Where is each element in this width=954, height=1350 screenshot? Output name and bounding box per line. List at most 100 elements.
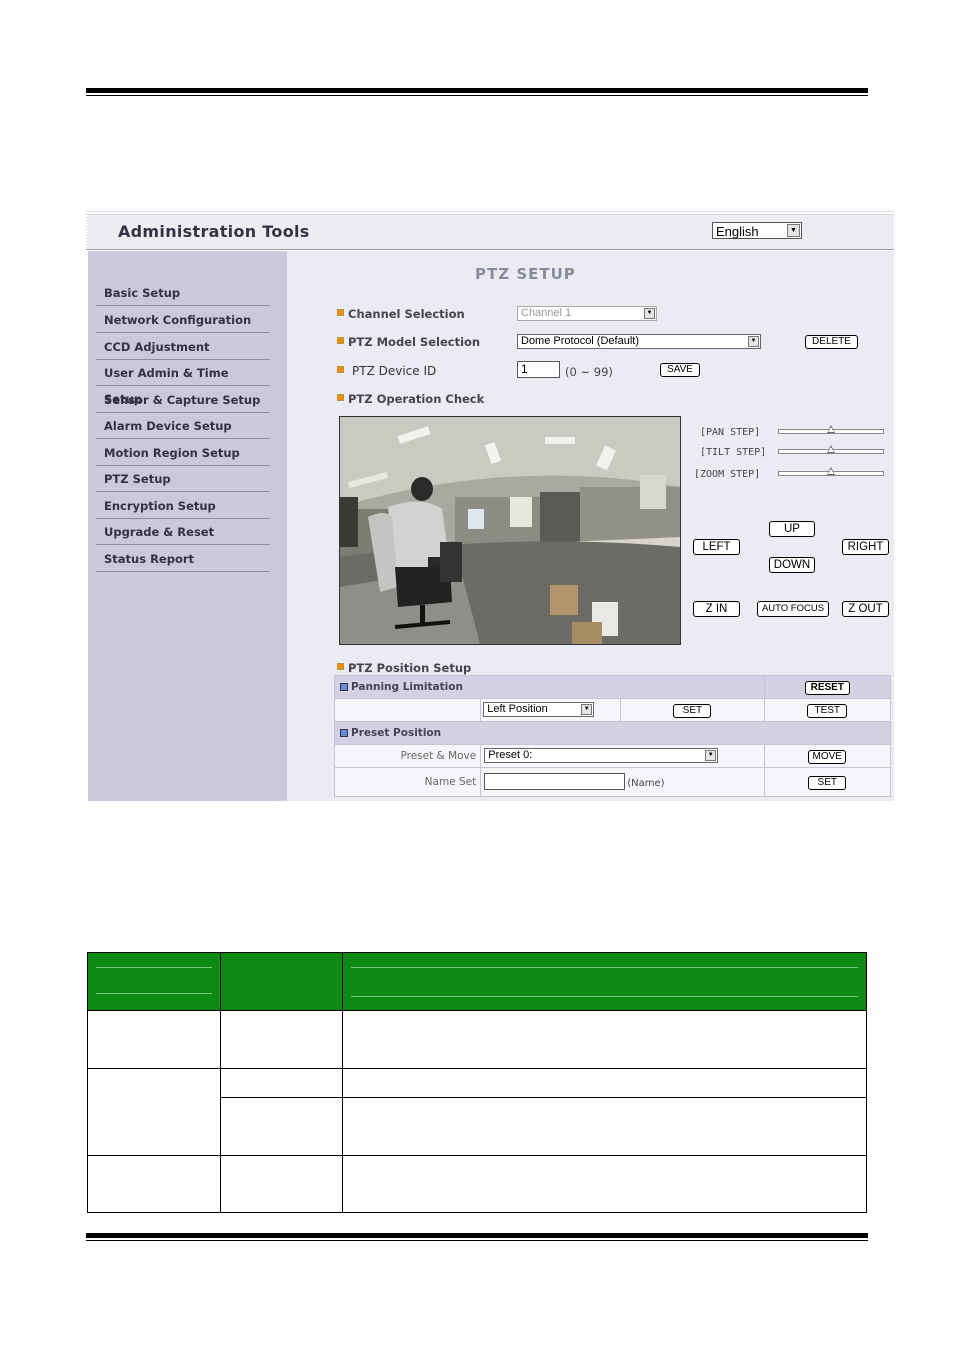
sidebar-item-ccd-adjustment[interactable]: CCD Adjustment bbox=[96, 334, 270, 360]
move-button[interactable]: MOVE bbox=[808, 750, 847, 764]
sidebar-item-encryption[interactable]: Encryption Setup bbox=[96, 493, 270, 519]
square-icon bbox=[340, 729, 348, 737]
table-cell bbox=[220, 1010, 343, 1069]
description-table bbox=[87, 952, 867, 1213]
table-cell bbox=[87, 1155, 221, 1213]
device-id-input[interactable]: 1 bbox=[517, 361, 560, 378]
chevron-down-icon[interactable]: ▼ bbox=[787, 224, 800, 237]
sidebar-item-sensor-capture[interactable]: Sensor & Capture Setup bbox=[96, 387, 270, 413]
name-input-cell: (Name) bbox=[480, 767, 765, 797]
ptz-model-select[interactable]: Dome Protocol (Default) ▼ bbox=[517, 334, 761, 349]
device-id-label: PTZ Device ID bbox=[352, 364, 437, 378]
position-setup-label: PTZ Position Setup bbox=[348, 661, 472, 675]
table-cell bbox=[220, 1155, 343, 1213]
header-bar: Administration Tools English ▼ bbox=[86, 209, 894, 250]
chevron-down-icon[interactable]: ▼ bbox=[644, 308, 655, 319]
position-value: Left Position bbox=[487, 703, 548, 715]
camera-view[interactable] bbox=[339, 416, 681, 645]
position-select-cell: Left Position ▼ bbox=[480, 698, 622, 722]
table-cell bbox=[342, 1010, 867, 1069]
chevron-down-icon[interactable]: ▼ bbox=[748, 336, 759, 347]
delete-button[interactable]: DELETE bbox=[805, 335, 858, 349]
sidebar-item-status-report[interactable]: Status Report bbox=[96, 546, 270, 572]
bullet-icon bbox=[337, 663, 344, 670]
bottom-rule-thin bbox=[86, 1240, 868, 1241]
move-cell: MOVE bbox=[763, 744, 892, 768]
bullet-icon bbox=[337, 394, 344, 401]
ptz-model-label: PTZ Model Selection bbox=[348, 335, 481, 349]
bullet-icon bbox=[337, 309, 344, 316]
reset-button[interactable]: RESET bbox=[804, 681, 850, 695]
empty-cell bbox=[333, 698, 482, 722]
ptz-model-value: Dome Protocol (Default) bbox=[521, 335, 639, 347]
header-line bbox=[96, 967, 212, 968]
slider-knob[interactable] bbox=[827, 445, 835, 453]
auto-focus-button[interactable]: AUTO FOCUS bbox=[757, 601, 829, 617]
header-line bbox=[351, 996, 858, 997]
sidebar-item-network-configuration[interactable]: Network Configuration bbox=[96, 307, 270, 333]
table-cell bbox=[220, 1068, 343, 1098]
test-button[interactable]: TEST bbox=[807, 704, 848, 718]
up-button[interactable]: UP bbox=[769, 521, 815, 537]
zoom-step-slider[interactable] bbox=[778, 467, 884, 476]
position-select[interactable]: Left Position ▼ bbox=[483, 702, 595, 717]
sidebar-item-ptz-setup[interactable]: PTZ Setup bbox=[96, 466, 270, 492]
header-line bbox=[351, 967, 858, 968]
sidebar-item-motion-region[interactable]: Motion Region Setup bbox=[96, 440, 270, 466]
channel-selection-label: Channel Selection bbox=[348, 307, 465, 321]
ptz-operation-label: PTZ Operation Check bbox=[348, 392, 485, 406]
bullet-icon bbox=[337, 337, 344, 344]
tilt-step-slider[interactable] bbox=[778, 445, 884, 454]
name-hint: (Name) bbox=[627, 778, 665, 789]
table-header-cell bbox=[87, 952, 221, 1011]
chevron-down-icon[interactable]: ▼ bbox=[705, 750, 717, 761]
language-value: English bbox=[716, 224, 759, 239]
app-title: Administration Tools bbox=[118, 222, 310, 241]
camera-image bbox=[340, 417, 680, 644]
set-button[interactable]: SET bbox=[673, 704, 712, 718]
square-icon bbox=[340, 683, 348, 691]
sidebar-item-alarm-device[interactable]: Alarm Device Setup bbox=[96, 413, 270, 439]
zoom-out-button[interactable]: Z OUT bbox=[842, 601, 889, 617]
tilt-step-label: [TILT STEP] bbox=[700, 447, 767, 458]
save-button[interactable]: SAVE bbox=[660, 363, 700, 377]
table-cell bbox=[342, 1068, 867, 1098]
sidebar: Basic Setup Network Configuration CCD Ad… bbox=[88, 251, 287, 801]
channel-select[interactable]: Channel 1 ▼ bbox=[517, 306, 657, 321]
sidebar-item-user-admin[interactable]: User Admin & Time Setup bbox=[96, 360, 270, 406]
panning-limitation-header: Panning Limitation bbox=[334, 675, 765, 699]
preset-move-label: Preset & Move bbox=[333, 744, 482, 768]
page-title: PTZ SETUP bbox=[475, 265, 576, 283]
preset-select-cell: Preset 0: ▼ bbox=[480, 744, 765, 768]
down-button[interactable]: DOWN bbox=[769, 557, 815, 573]
bottom-rule-thick bbox=[86, 1233, 868, 1238]
chevron-down-icon[interactable]: ▼ bbox=[581, 704, 593, 715]
table-cell bbox=[342, 1155, 867, 1213]
slider-knob[interactable] bbox=[827, 425, 835, 433]
preset-value: Preset 0: bbox=[488, 749, 533, 761]
channel-value: Channel 1 bbox=[521, 307, 572, 319]
right-button[interactable]: RIGHT bbox=[842, 539, 889, 555]
pan-step-slider[interactable] bbox=[778, 425, 884, 434]
set-name-button[interactable]: SET bbox=[808, 776, 847, 790]
test-cell: TEST bbox=[763, 698, 892, 722]
table-header-cell bbox=[342, 952, 867, 1011]
preset-position-header: Preset Position bbox=[334, 721, 891, 745]
position-table: Panning Limitation RESET Left Position ▼… bbox=[333, 675, 892, 797]
slider-knob[interactable] bbox=[827, 467, 835, 475]
zoom-in-button[interactable]: Z IN bbox=[693, 601, 740, 617]
pan-step-label: [PAN STEP] bbox=[700, 427, 761, 438]
language-select[interactable]: English ▼ bbox=[712, 222, 802, 239]
header-line bbox=[96, 993, 212, 994]
device-id-range: (0 ~ 99) bbox=[565, 365, 613, 379]
set-name-cell: SET bbox=[763, 767, 892, 797]
set-cell: SET bbox=[620, 698, 765, 722]
sidebar-item-upgrade-reset[interactable]: Upgrade & Reset bbox=[96, 519, 270, 545]
name-input[interactable] bbox=[484, 773, 626, 790]
sidebar-item-basic-setup[interactable]: Basic Setup bbox=[96, 280, 270, 306]
bullet-icon bbox=[337, 366, 344, 373]
preset-select[interactable]: Preset 0: ▼ bbox=[484, 748, 719, 763]
left-button[interactable]: LEFT bbox=[693, 539, 740, 555]
name-set-label: Name Set bbox=[333, 767, 482, 797]
reset-cell: RESET bbox=[763, 675, 892, 699]
